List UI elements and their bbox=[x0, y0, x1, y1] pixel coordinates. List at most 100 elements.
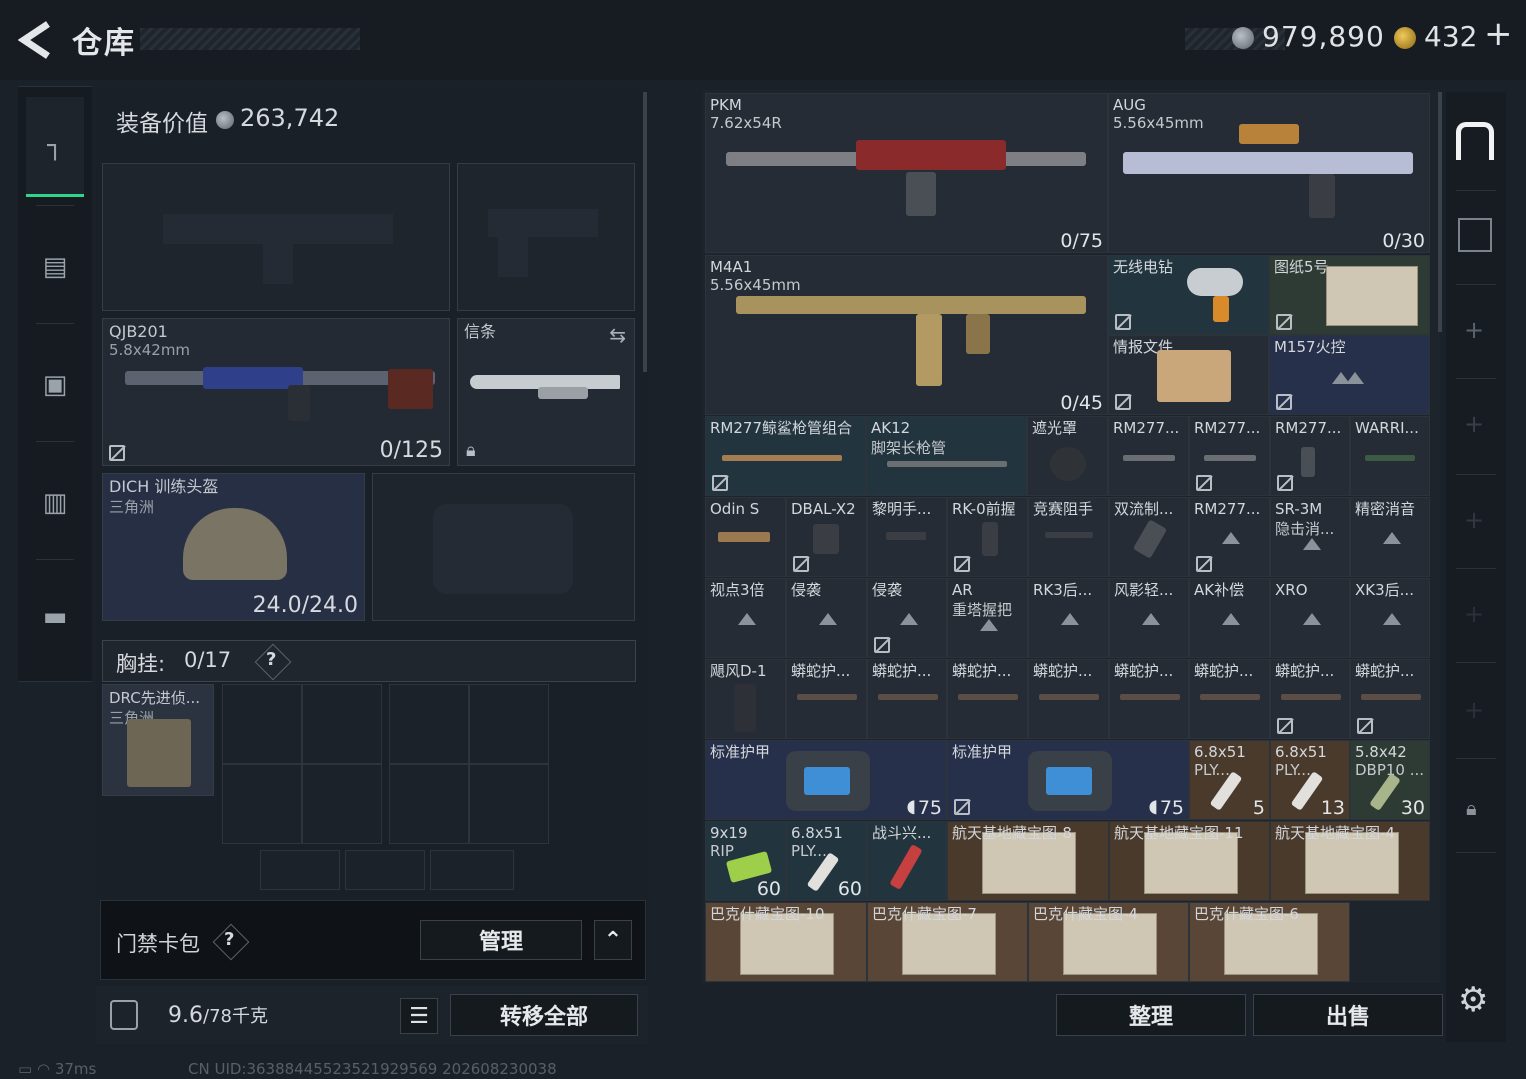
stash-item-xk3[interactable]: XK3后... bbox=[1350, 578, 1430, 658]
stash-item-rk0[interactable]: RK-0前握 bbox=[947, 497, 1028, 577]
stash-item-python-1[interactable]: 蟒蛇护... bbox=[786, 659, 867, 739]
stash-item-ammo-68-a[interactable]: 6.8x51 PLY... 5 bbox=[1189, 740, 1270, 820]
primary-weapon-slot-empty[interactable] bbox=[102, 163, 450, 311]
stash-item-ak-comp[interactable]: AK补偿 bbox=[1189, 578, 1270, 658]
nav-tools[interactable]: ▬ bbox=[26, 567, 84, 667]
stash-item-intel[interactable]: 情报文件 bbox=[1108, 335, 1269, 415]
stash-item-python-4[interactable]: 蟒蛇护... bbox=[1028, 659, 1109, 739]
nav-armor[interactable]: ▤ bbox=[26, 217, 84, 317]
stash-item-map-baksh-10[interactable]: 巴克什藏宝图-10 bbox=[705, 902, 867, 982]
container-tab-icon[interactable] bbox=[1458, 218, 1492, 252]
stash-item-dual-flow[interactable]: 双流制... bbox=[1109, 497, 1189, 577]
stash-item-race-grip[interactable]: 竞赛阻手 bbox=[1028, 497, 1109, 577]
collapse-button[interactable]: ⌃ bbox=[594, 920, 632, 960]
stash-item-raid-a[interactable]: 侵袭 bbox=[786, 578, 867, 658]
stash-item-warrior[interactable]: WARRI... bbox=[1350, 416, 1430, 496]
add-tab-icon[interactable]: + bbox=[1464, 696, 1484, 724]
stash-item-scope[interactable]: 视点3倍 bbox=[705, 578, 786, 658]
stash-item-ammo-68-c[interactable]: 6.8x51 PLY... 60 bbox=[786, 821, 867, 901]
pistol-slot-empty[interactable] bbox=[457, 163, 635, 311]
stash-item-ammo-58[interactable]: 5.8x42 DBP10 ... 30 bbox=[1350, 740, 1430, 820]
add-tab-icon[interactable]: + bbox=[1464, 600, 1484, 628]
item-count: 30 bbox=[1400, 797, 1425, 819]
stash-item-hurricane[interactable]: 飓风D-1 bbox=[705, 659, 786, 739]
add-currency-button[interactable]: + bbox=[1484, 14, 1513, 54]
chest-grid-cell[interactable] bbox=[389, 764, 469, 844]
stash-item-rm277-b[interactable]: RM277... bbox=[1189, 416, 1270, 496]
stash-item-silencer[interactable]: 精密消音 bbox=[1350, 497, 1430, 577]
chest-grid-cell[interactable] bbox=[302, 764, 382, 844]
stash-item-ar-grip[interactable]: AR 重塔握把 bbox=[947, 578, 1028, 658]
stash-item-rm277-c[interactable]: RM277... bbox=[1270, 416, 1350, 496]
stash-item-combat-stim[interactable]: 战斗兴... bbox=[867, 821, 947, 901]
back-arrow-icon[interactable] bbox=[18, 20, 54, 60]
stash-item-blueprint[interactable]: 图纸5号 bbox=[1269, 255, 1430, 335]
part-image bbox=[1361, 694, 1421, 700]
stash-item-dbal[interactable]: DBAL-X2 bbox=[786, 497, 867, 577]
stash-item-aug[interactable]: AUG 5.56x45mm 0/30 bbox=[1108, 93, 1430, 253]
melee-slot[interactable]: 信条 ⇆ 🔒︎ bbox=[457, 318, 635, 466]
stash-item-map-baksh-4[interactable]: 巴克什藏宝图-4 bbox=[1028, 902, 1189, 982]
add-tab-icon[interactable]: + bbox=[1464, 506, 1484, 534]
add-tab-icon[interactable]: + bbox=[1464, 316, 1484, 344]
stash-item-xro[interactable]: XRO bbox=[1270, 578, 1350, 658]
chest-grid-cell[interactable] bbox=[469, 764, 549, 844]
stash-item-rk3[interactable]: RK3后... bbox=[1028, 578, 1109, 658]
stash-item-python-8[interactable]: 蟒蛇护... bbox=[1350, 659, 1430, 739]
stash-item-python-6[interactable]: 蟒蛇护... bbox=[1189, 659, 1270, 739]
stash-item-map-baksh-7[interactable]: 巴克什藏宝图-7 bbox=[867, 902, 1028, 982]
chest-grid-cell[interactable] bbox=[302, 684, 382, 764]
stash-item-m157[interactable]: M157火控 bbox=[1269, 335, 1430, 415]
stash-item-ammo-68-b[interactable]: 6.8x51 PLY... 13 bbox=[1270, 740, 1350, 820]
stash-item-map-baksh-6[interactable]: 巴克什藏宝图-6 bbox=[1189, 902, 1350, 982]
stash-item-ak12-barrel[interactable]: AK12 脚架长枪管 bbox=[866, 416, 1027, 496]
stash-item-python-3[interactable]: 蟒蛇护... bbox=[947, 659, 1028, 739]
stash-item-map-space-4[interactable]: 航天基地藏宝图-4 bbox=[1270, 821, 1430, 901]
stash-item-python-5[interactable]: 蟒蛇护... bbox=[1109, 659, 1189, 739]
chest-grid-cell[interactable] bbox=[389, 684, 469, 764]
primary-weapon-slot[interactable]: QJB201 5.8x42mm 0/125 bbox=[102, 318, 450, 466]
chest-grid-cell[interactable] bbox=[222, 764, 302, 844]
chest-grid-cell[interactable] bbox=[469, 684, 549, 764]
stash-item-map-space-11[interactable]: 航天基地藏宝图-11 bbox=[1109, 821, 1270, 901]
sort-button[interactable]: 整理 bbox=[1056, 994, 1246, 1036]
manage-button[interactable]: 管理 bbox=[420, 920, 582, 960]
chest-grid-cell[interactable] bbox=[222, 684, 302, 764]
chest-grid-cell[interactable] bbox=[345, 850, 425, 890]
add-tab-icon[interactable]: + bbox=[1464, 410, 1484, 438]
stash-item-rm277-a[interactable]: RM277... bbox=[1108, 416, 1189, 496]
stash-item-raid-b[interactable]: 侵袭 bbox=[867, 578, 947, 658]
stash-item-rm277-d[interactable]: RM277... bbox=[1189, 497, 1270, 577]
stash-home-icon[interactable] bbox=[1456, 122, 1494, 160]
helmet-slot[interactable]: DICH 训练头盔 三角洲 24.0/24.0 bbox=[102, 473, 365, 621]
stash-scrollbar[interactable] bbox=[1438, 92, 1442, 332]
nav-consumables[interactable]: ▥ bbox=[26, 453, 84, 553]
stash-item-python-2[interactable]: 蟒蛇护... bbox=[867, 659, 947, 739]
chest-grid-cell[interactable] bbox=[430, 850, 514, 890]
swap-icon[interactable]: ⇆ bbox=[609, 323, 626, 347]
transfer-all-button[interactable]: 转移全部 bbox=[450, 994, 638, 1036]
stash-item-odin[interactable]: Odin S bbox=[705, 497, 786, 577]
sell-button[interactable]: 出售 bbox=[1253, 994, 1443, 1036]
gear-icon[interactable]: ⚙ bbox=[1458, 980, 1488, 1020]
stash-item-barrel[interactable]: RM277鲸鲨枪管组合 bbox=[705, 416, 866, 496]
stash-item-hood[interactable]: 遮光罩 bbox=[1027, 416, 1108, 496]
armor-slot-empty[interactable] bbox=[372, 473, 635, 621]
stash-item-armor-1[interactable]: 标准护甲 ◖ 75 bbox=[705, 740, 947, 820]
nav-backpack[interactable]: ▣ bbox=[26, 335, 84, 435]
stash-item-python-7[interactable]: 蟒蛇护... bbox=[1270, 659, 1350, 739]
stash-item-armor-2[interactable]: 标准护甲 ◖ 75 bbox=[947, 740, 1189, 820]
stash-item-wind[interactable]: 风影轻... bbox=[1109, 578, 1189, 658]
loadout-scrollbar[interactable] bbox=[643, 92, 647, 372]
list-view-button[interactable]: ☰ bbox=[400, 998, 438, 1034]
stash-item-m4a1[interactable]: M4A1 5.56x45mm 0/45 bbox=[705, 255, 1108, 415]
stash-item-pkm[interactable]: PKM 7.62x54R 0/75 bbox=[705, 93, 1108, 253]
stash-item-drill[interactable]: 无线电钻 bbox=[1108, 255, 1269, 335]
chest-grid-cell[interactable] bbox=[260, 850, 340, 890]
stash-item-map-space-8[interactable]: 航天基地藏宝图-8 bbox=[947, 821, 1109, 901]
chest-rig-slot[interactable]: DRC先进侦... 三角洲 bbox=[102, 684, 214, 796]
stash-item-dawn[interactable]: 黎明手... bbox=[867, 497, 947, 577]
stash-item-ammo-9x19[interactable]: 9x19 RIP 60 bbox=[705, 821, 786, 901]
nav-weapons[interactable]: ┐ bbox=[26, 97, 84, 197]
stash-item-sr3m[interactable]: SR-3M 隐击消... bbox=[1270, 497, 1350, 577]
